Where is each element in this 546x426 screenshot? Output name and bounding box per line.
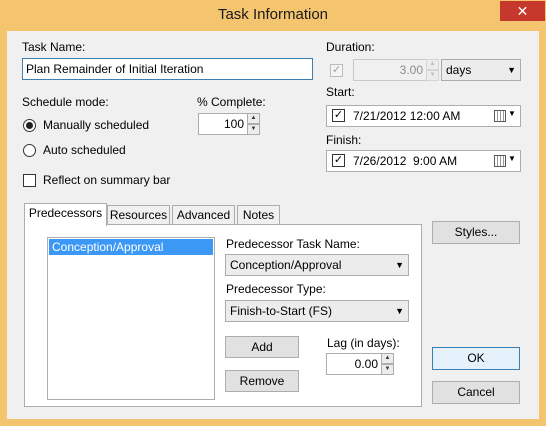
calendar-icon[interactable] <box>494 110 506 122</box>
chevron-down-icon[interactable]: ▼ <box>508 109 516 118</box>
duration-unit-value: days <box>446 63 472 77</box>
styles-button[interactable]: Styles... <box>432 221 520 244</box>
tab-resources[interactable]: Resources <box>107 205 170 225</box>
finish-label: Finish: <box>326 133 362 147</box>
cancel-button[interactable]: Cancel <box>432 381 520 404</box>
close-button[interactable]: ✕ <box>500 1 545 21</box>
spin-up-icon: ▲ <box>426 59 439 70</box>
duration-unit-select[interactable]: days ▼ <box>441 59 521 81</box>
spin-up-icon[interactable]: ▲ <box>247 113 260 124</box>
start-checkbox[interactable]: ✓ <box>332 109 345 122</box>
predecessor-type-value: Finish-to-Start (FS) <box>230 304 333 318</box>
lag-input[interactable]: 0.00 <box>326 353 382 375</box>
auto-scheduled-radio[interactable] <box>23 144 36 157</box>
tab-predecessors[interactable]: Predecessors <box>24 203 107 226</box>
spin-up-icon[interactable]: ▲ <box>381 353 394 364</box>
start-label: Start: <box>326 85 355 99</box>
radio-selected-dot <box>26 122 33 129</box>
predecessors-panel: Conception/Approval Predecessor Task Nam… <box>24 224 422 407</box>
finish-date-picker[interactable]: ✓ 7/26/2012 9:00 AM ▼ <box>326 150 521 172</box>
chevron-down-icon: ▼ <box>395 260 404 270</box>
chevron-down-icon[interactable]: ▼ <box>508 154 516 163</box>
spin-down-icon[interactable]: ▼ <box>381 364 394 375</box>
schedule-mode-label: Schedule mode: <box>22 95 109 109</box>
lag-label: Lag (in days): <box>327 336 400 350</box>
tab-advanced[interactable]: Advanced <box>172 205 235 225</box>
start-date-picker[interactable]: ✓ 7/21/2012 12:00 AM ▼ <box>326 105 521 127</box>
predecessor-type-label: Predecessor Type: <box>226 282 326 296</box>
predecessor-task-name-label: Predecessor Task Name: <box>226 237 360 251</box>
task-name-input[interactable]: Plan Remainder of Initial Iteration <box>22 58 313 80</box>
lag-spinner[interactable]: ▲ ▼ <box>381 353 394 375</box>
auto-scheduled-label[interactable]: Auto scheduled <box>43 143 126 157</box>
add-predecessor-button[interactable]: Add <box>225 336 299 358</box>
dialog-body: Task Name: Plan Remainder of Initial Ite… <box>7 31 539 419</box>
finish-date-value[interactable]: 7/26/2012 9:00 AM <box>353 154 457 168</box>
finish-checkbox[interactable]: ✓ <box>332 154 345 167</box>
predecessor-list[interactable]: Conception/Approval <box>47 237 215 400</box>
percent-complete-spinner[interactable]: ▲ ▼ <box>247 113 260 135</box>
list-item[interactable]: Conception/Approval <box>49 239 213 255</box>
duration-input: 3.00 <box>353 59 427 81</box>
ok-button[interactable]: OK <box>432 347 520 370</box>
manually-scheduled-radio[interactable] <box>23 119 36 132</box>
spin-down-icon[interactable]: ▼ <box>247 124 260 135</box>
window-title: Task Information <box>217 6 329 23</box>
chevron-down-icon: ▼ <box>507 65 516 75</box>
task-name-label: Task Name: <box>22 40 86 54</box>
predecessor-type-select[interactable]: Finish-to-Start (FS) ▼ <box>225 300 409 322</box>
predecessor-task-name-value: Conception/Approval <box>230 258 342 272</box>
duration-spinner: ▲ ▼ <box>426 59 439 81</box>
reflect-summary-checkbox[interactable] <box>23 174 36 187</box>
start-date-value[interactable]: 7/21/2012 12:00 AM <box>353 109 460 123</box>
reflect-summary-label[interactable]: Reflect on summary bar <box>43 173 170 187</box>
manually-scheduled-label[interactable]: Manually scheduled <box>43 118 149 132</box>
chevron-down-icon: ▼ <box>395 306 404 316</box>
percent-complete-input[interactable]: 100 <box>198 113 248 135</box>
calendar-icon[interactable] <box>494 155 506 167</box>
spin-down-icon: ▼ <box>426 70 439 81</box>
estimated-checkbox: ✓ <box>330 64 343 77</box>
tab-notes[interactable]: Notes <box>237 205 280 225</box>
percent-complete-label: % Complete: <box>197 95 266 109</box>
predecessor-task-name-select[interactable]: Conception/Approval ▼ <box>225 254 409 276</box>
remove-predecessor-button[interactable]: Remove <box>225 370 299 392</box>
duration-label: Duration: <box>326 40 375 54</box>
